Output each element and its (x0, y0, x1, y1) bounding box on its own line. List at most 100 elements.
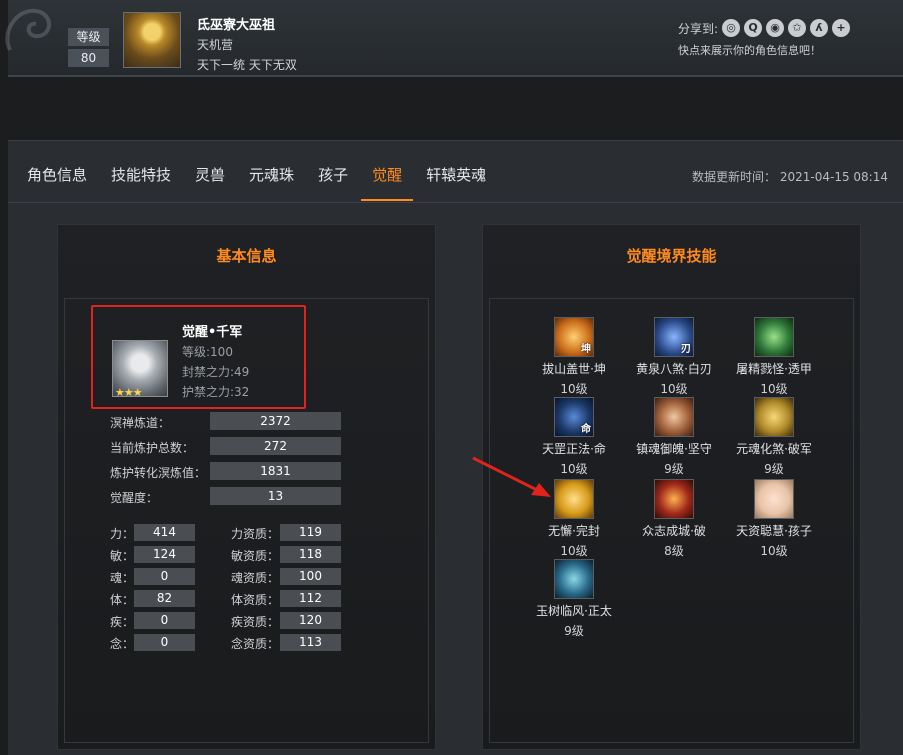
stat-label: 力： (110, 527, 135, 541)
stat-value: 100 (280, 568, 341, 585)
skill-icon (554, 559, 594, 599)
skill-item[interactable]: 刃 黄泉八煞·白刃 10级 (631, 317, 717, 397)
skill-level: 10级 (560, 544, 588, 558)
skill-icon (754, 397, 794, 437)
tab-awakening[interactable]: 觉醒 (361, 141, 414, 201)
skill-item[interactable]: 镇魂御魄·坚守 9级 (631, 397, 717, 477)
info-row-value: 272 (210, 437, 341, 455)
tab-xuanyuan-soul[interactable]: 轩辕英魂 (415, 141, 497, 201)
skill-icon (554, 479, 594, 519)
stat-value: 113 (280, 634, 341, 651)
awakening-name: 觉醒•千军 (182, 325, 243, 340)
stat-row: 敏资质： 118 (231, 546, 401, 563)
info-row: 觉醒度： 13 (110, 487, 350, 506)
character-avatar (123, 12, 181, 68)
star-icon[interactable]: ✩ (788, 19, 806, 37)
stat-label: 魂资质： (231, 571, 280, 585)
stat-row: 疾： 0 (110, 612, 250, 629)
tab-spirit-beast[interactable]: 灵兽 (184, 141, 236, 201)
skill-name: 元魂化煞·破军 (736, 442, 812, 456)
stat-row: 魂： 0 (110, 568, 250, 585)
skill-item[interactable]: 玉树临风·正太 9级 (531, 559, 617, 639)
info-row: 炼护转化溟炼值： 1831 (110, 462, 350, 481)
skill-item[interactable]: 天资聪慧·孩子 10级 (731, 479, 817, 559)
skill-item[interactable]: 众志成城·破 8级 (631, 479, 717, 559)
tab-divider (8, 202, 903, 203)
basic-info-panel: 基本信息 ★★★ 觉醒•千军 等级:100 封禁之力:49 护禁之力:32 溟禅… (57, 224, 436, 750)
tab-skills[interactable]: 技能特技 (100, 141, 182, 201)
skill-name: 屠精戮怪·透甲 (736, 362, 812, 376)
profile-header: 等级 80 氐巫寮大巫祖 天机营 天下一统 天下无双 分享到: ◎ Q ◉ ✩ … (5, 0, 903, 77)
info-row-value: 13 (210, 487, 341, 505)
skill-level: 10级 (760, 382, 788, 396)
info-row-label: 当前炼护总数： (110, 441, 195, 455)
data-updated-time: 数据更新时间： 2021-04-15 08:14 (692, 170, 888, 184)
stat-value: 124 (134, 546, 195, 563)
stat-label: 力资质： (231, 527, 280, 541)
awakening-stars: ★★★ (115, 386, 143, 399)
skill-name: 众志成城·破 (642, 524, 706, 538)
stat-value: 119 (280, 524, 341, 541)
level-label: 等级 (68, 28, 109, 46)
annotation-arrow-icon (472, 456, 551, 497)
stat-label: 疾资质： (231, 615, 280, 629)
stat-row: 体： 82 (110, 590, 250, 607)
plus-icon[interactable]: + (832, 19, 850, 37)
stat-label: 念： (110, 637, 135, 651)
share-label: 分享到: (678, 22, 719, 36)
skill-item[interactable]: 元魂化煞·破军 9级 (731, 397, 817, 477)
skill-name: 拔山盖世·坤 (542, 362, 606, 376)
tab-character-info[interactable]: 角色信息 (16, 141, 98, 201)
info-row-value: 1831 (210, 462, 341, 480)
main-panel: 角色信息 技能特技 灵兽 元魂珠 孩子 觉醒 轩辕英魂 数据更新时间： 2021… (8, 140, 903, 755)
awakening-level: 等级:100 (182, 345, 233, 359)
skill-icon (754, 317, 794, 357)
qzone-icon[interactable]: Q (744, 19, 762, 37)
level-value: 80 (68, 49, 109, 67)
skill-icon: 刃 (654, 317, 694, 357)
stat-row: 念： 0 (110, 634, 250, 651)
awakening-skills-title: 觉醒境界技能 (626, 247, 717, 265)
skill-level: 8级 (664, 544, 684, 558)
skill-icon: 命 (554, 397, 594, 437)
stat-label: 魂： (110, 571, 135, 585)
stat-label: 疾： (110, 615, 135, 629)
stat-row: 魂资质： 100 (231, 568, 401, 585)
info-row-label: 溟禅炼道： (110, 416, 171, 430)
skill-level: 9级 (764, 462, 784, 476)
stat-row: 念资质： 113 (231, 634, 401, 651)
skill-glyph: 命 (581, 424, 591, 435)
skill-level: 10级 (660, 382, 688, 396)
character-guild: 天机营 (197, 38, 234, 52)
skill-name: 黄泉八煞·白刃 (636, 362, 712, 376)
wechat-icon[interactable]: ◎ (722, 19, 740, 37)
skill-item[interactable]: 屠精戮怪·透甲 10级 (731, 317, 817, 397)
stat-label: 敏资质： (231, 549, 280, 563)
stat-label: 念资质： (231, 637, 280, 651)
stat-value: 0 (134, 612, 195, 629)
tab-soul-orb[interactable]: 元魂珠 (238, 141, 305, 201)
skill-item[interactable]: 坤 拔山盖世·坤 10级 (531, 317, 617, 397)
skill-level: 10级 (560, 382, 588, 396)
stat-label: 体资质： (231, 593, 280, 607)
weibo-icon[interactable]: ◉ (766, 19, 784, 37)
tab-children[interactable]: 孩子 (307, 141, 359, 201)
stat-row: 力资质： 119 (231, 524, 401, 541)
skill-name: 无懈·完封 (548, 524, 600, 538)
info-row: 溟禅炼道： 2372 (110, 412, 350, 431)
skill-name: 玉树临风·正太 (536, 604, 612, 618)
info-row-label: 炼护转化溟炼值： (110, 466, 207, 480)
skill-level: 10级 (760, 544, 788, 558)
info-row-value: 2372 (210, 412, 341, 430)
stat-value: 0 (134, 568, 195, 585)
character-name: 氐巫寮大巫祖 (197, 18, 276, 33)
people-icon[interactable]: ʎ (810, 19, 828, 37)
seal-power: 封禁之力:49 (182, 365, 250, 379)
skill-name: 镇魂御魄·坚守 (636, 442, 712, 456)
skill-icon (654, 479, 694, 519)
stat-row: 力： 414 (110, 524, 250, 541)
skill-icon (654, 397, 694, 437)
stat-value: 82 (134, 590, 195, 607)
stat-row: 体资质： 112 (231, 590, 401, 607)
skill-name: 天资聪慧·孩子 (736, 524, 812, 538)
